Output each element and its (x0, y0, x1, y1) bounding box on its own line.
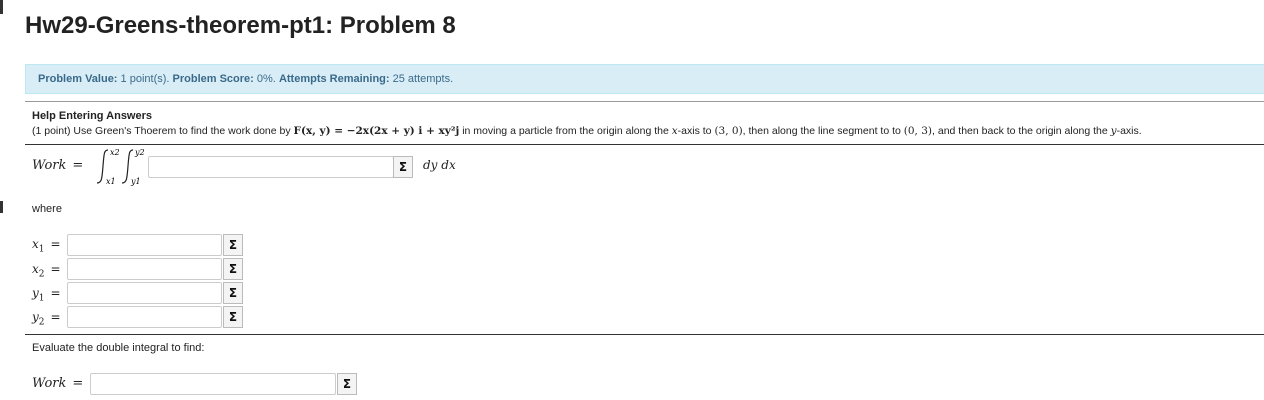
x1-input[interactable] (67, 234, 222, 256)
vector-field: F(x, y) = −2x(2x + y) i + xy²j (293, 125, 460, 137)
work-equation-editor-button[interactable]: Σ (337, 373, 357, 395)
var-name: x (32, 262, 39, 276)
x1-equation-editor-button[interactable]: Σ (223, 234, 243, 256)
var-subscript: 1 (38, 293, 45, 304)
problem-score-label: Problem Score: (172, 73, 254, 85)
work-input[interactable] (90, 373, 336, 395)
problem-value-label: Problem Value: (38, 73, 118, 85)
work-result-label: Work = (32, 376, 83, 391)
statement-text: -axis to (677, 125, 715, 137)
statement-text: -axis. (1116, 125, 1142, 137)
problem-value: 1 point(s). (120, 73, 170, 85)
double-integral-symbol: x2 x1 y2 y1 (96, 148, 145, 186)
outer-upper-limit: x2 (110, 148, 120, 157)
y1-label: y1 = (32, 286, 61, 303)
inner-upper-limit: y2 (134, 148, 145, 157)
equals-sign: = (50, 310, 61, 324)
problem-statement: (1 point) Use Green's Thoerem to find th… (32, 125, 1142, 137)
var-subscript: 2 (38, 317, 45, 328)
statement-text: in moving a particle from the origin alo… (459, 125, 672, 137)
var-name: x (32, 237, 39, 251)
left-edge-marker (0, 0, 3, 14)
x2-input[interactable] (67, 258, 222, 280)
problem-score: 0%. (256, 73, 276, 85)
page-title: Hw29-Greens-theorem-pt1: Problem 8 (25, 12, 456, 39)
var-name: y (32, 310, 39, 324)
statement-text: , and then back to the origin along the (932, 125, 1111, 137)
x1-label: x1 = (32, 237, 61, 254)
integrand-equation-editor-button[interactable]: Σ (393, 156, 413, 178)
outer-lower-limit: x1 (106, 177, 116, 186)
evaluate-instruction: Evaluate the double integral to find: (32, 342, 205, 354)
y2-equation-editor-button[interactable]: Σ (223, 306, 243, 328)
x2-label: x2 = (32, 262, 61, 279)
var-name: y (32, 286, 39, 300)
attempts-remaining-label: Attempts Remaining: (278, 73, 390, 85)
differentials: dy dx (423, 158, 456, 172)
divider (25, 334, 1264, 335)
divider (25, 101, 1264, 102)
where-text: where (32, 203, 62, 215)
y1-input[interactable] (67, 282, 222, 304)
statement-text: (1 point) Use Green's Thoerem to find th… (32, 125, 294, 137)
equals-sign: = (72, 376, 84, 391)
equals-sign: = (50, 262, 61, 276)
statement-text: , then along the line segment to to (742, 125, 904, 137)
y2-input[interactable] (67, 306, 222, 328)
point-two: (0, 3) (903, 125, 933, 137)
work-text: Work (32, 376, 67, 391)
work-text: Work (32, 158, 67, 173)
y1-equation-editor-button[interactable]: Σ (223, 282, 243, 304)
equals-sign: = (50, 286, 61, 300)
attempts-remaining: 25 attempts. (392, 73, 454, 85)
work-label: Work = (32, 158, 83, 173)
equals-sign: = (72, 158, 84, 173)
problem-info-bar: Problem Value: 1 point(s). Problem Score… (25, 64, 1264, 94)
help-entering-answers-link[interactable]: Help Entering Answers (32, 110, 152, 122)
integrand-input[interactable] (148, 156, 394, 178)
equals-sign: = (50, 237, 61, 251)
x2-equation-editor-button[interactable]: Σ (223, 258, 243, 280)
var-subscript: 1 (38, 244, 45, 255)
divider (25, 144, 1264, 145)
var-subscript: 2 (38, 269, 45, 280)
point-one: (3, 0) (714, 125, 743, 137)
y2-label: y2 = (32, 310, 61, 327)
left-edge-marker (0, 201, 3, 213)
inner-lower-limit: y1 (130, 177, 141, 186)
